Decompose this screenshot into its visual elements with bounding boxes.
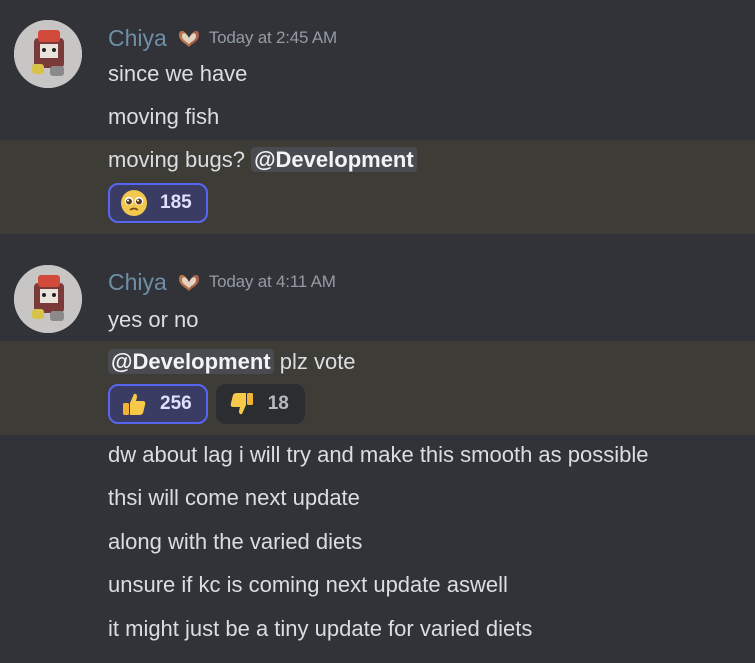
thumbs-up-icon <box>120 390 148 418</box>
message-header: Chiya Today at 4:11 AM <box>108 267 336 297</box>
reaction-thumbs-up[interactable]: 256 <box>108 384 208 424</box>
message-text: it might just be a tiny update for varie… <box>108 616 533 641</box>
pleading-face-icon <box>120 189 148 217</box>
timestamp[interactable]: Today at 2:45 AM <box>209 28 337 48</box>
message-text: yes or no <box>108 307 199 332</box>
message-header: Chiya Today at 2:45 AM <box>108 23 337 53</box>
message-text: since we have <box>108 61 248 86</box>
message-text: thsi will come next update <box>108 485 360 510</box>
message-text: dw about lag i will try and make this sm… <box>108 442 649 467</box>
chat-messages: Chiya Today at 2:45 AM since we have mov… <box>0 0 755 663</box>
message-text: moving bugs? @Development <box>108 145 417 175</box>
message-text: along with the varied diets <box>108 529 363 554</box>
username[interactable]: Chiya <box>108 267 167 297</box>
role-mention[interactable]: @Development <box>108 349 274 374</box>
message-text-prefix: moving bugs? <box>108 147 252 172</box>
username[interactable]: Chiya <box>108 23 167 53</box>
reaction-thumbs-down[interactable]: 18 <box>215 384 305 424</box>
butterfly-badge-icon <box>178 30 199 47</box>
role-mention[interactable]: @Development <box>251 147 417 172</box>
timestamp[interactable]: Today at 4:11 AM <box>209 272 336 292</box>
message-text-suffix: plz vote <box>273 349 356 374</box>
reaction-count: 185 <box>160 192 192 213</box>
reaction-count: 18 <box>267 393 289 414</box>
avatar[interactable] <box>14 20 82 88</box>
message-text: moving fish <box>108 104 220 129</box>
message-text: @Development plz vote <box>108 347 356 377</box>
message-text: unsure if kc is coming next update aswel… <box>108 572 508 597</box>
butterfly-badge-icon <box>178 274 199 291</box>
reaction-count: 256 <box>160 393 192 414</box>
reaction-pleading-face[interactable]: 185 <box>108 183 208 223</box>
avatar[interactable] <box>14 265 82 333</box>
reactions-bar: 185 <box>108 183 208 223</box>
thumbs-down-icon <box>228 390 256 418</box>
reactions-bar: 256 18 <box>108 384 305 424</box>
